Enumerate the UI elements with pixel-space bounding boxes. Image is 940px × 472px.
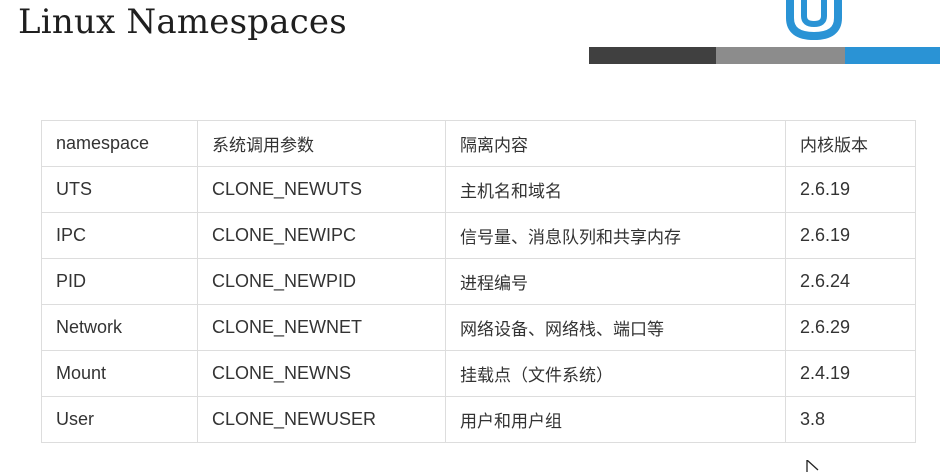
column-header-kernel-version: 内核版本 [785,120,916,167]
syscall-param-cell: CLONE_NEWNS [197,350,446,397]
namespace-cell: UTS [41,166,198,213]
column-header-syscall-param: 系统调用参数 [197,120,446,167]
table-row: UTS CLONE_NEWUTS 主机名和域名 2.6.19 [41,166,916,213]
namespace-cell: Mount [41,350,198,397]
namespace-cell: PID [41,258,198,305]
isolated-content-cell: 网络设备、网络栈、端口等 [445,304,786,351]
isolated-content-cell: 用户和用户组 [445,396,786,443]
kernel-version-cell: 2.6.19 [785,212,916,259]
namespace-cell: User [41,396,198,443]
isolated-content-cell: 进程编号 [445,258,786,305]
kernel-version-cell: 2.6.19 [785,166,916,213]
mouse-pointer-icon [806,460,819,472]
header-stripe-dark [589,47,716,64]
isolated-content-cell: 信号量、消息队列和共享内存 [445,212,786,259]
isolated-content-cell: 主机名和域名 [445,166,786,213]
kernel-version-cell: 2.4.19 [785,350,916,397]
column-header-isolated-content: 隔离内容 [445,120,786,167]
syscall-param-cell: CLONE_NEWNET [197,304,446,351]
brand-logo [786,0,940,40]
table-header-row: namespace 系统调用参数 隔离内容 内核版本 [41,120,916,167]
table-row: Mount CLONE_NEWNS 挂载点（文件系统） 2.4.19 [41,350,916,397]
namespace-cell: IPC [41,212,198,259]
kernel-version-cell: 2.6.24 [785,258,916,305]
syscall-param-cell: CLONE_NEWUSER [197,396,446,443]
namespaces-table: namespace 系统调用参数 隔离内容 内核版本 UTS CLONE_NEW… [41,120,916,443]
table-row: PID CLONE_NEWPID 进程编号 2.6.24 [41,258,916,305]
column-header-namespace: namespace [41,120,198,167]
kernel-version-cell: 2.6.29 [785,304,916,351]
slide-title: Linux Namespaces [18,2,347,42]
header-stripe-gray [716,47,845,64]
syscall-param-cell: CLONE_NEWIPC [197,212,446,259]
table-row: Network CLONE_NEWNET 网络设备、网络栈、端口等 2.6.29 [41,304,916,351]
table-row: IPC CLONE_NEWIPC 信号量、消息队列和共享内存 2.6.19 [41,212,916,259]
logo-mark-icon [786,0,842,40]
header-stripe-blue [845,47,940,64]
isolated-content-cell: 挂载点（文件系统） [445,350,786,397]
kernel-version-cell: 3.8 [785,396,916,443]
syscall-param-cell: CLONE_NEWUTS [197,166,446,213]
syscall-param-cell: CLONE_NEWPID [197,258,446,305]
table-row: User CLONE_NEWUSER 用户和用户组 3.8 [41,396,916,443]
namespace-cell: Network [41,304,198,351]
